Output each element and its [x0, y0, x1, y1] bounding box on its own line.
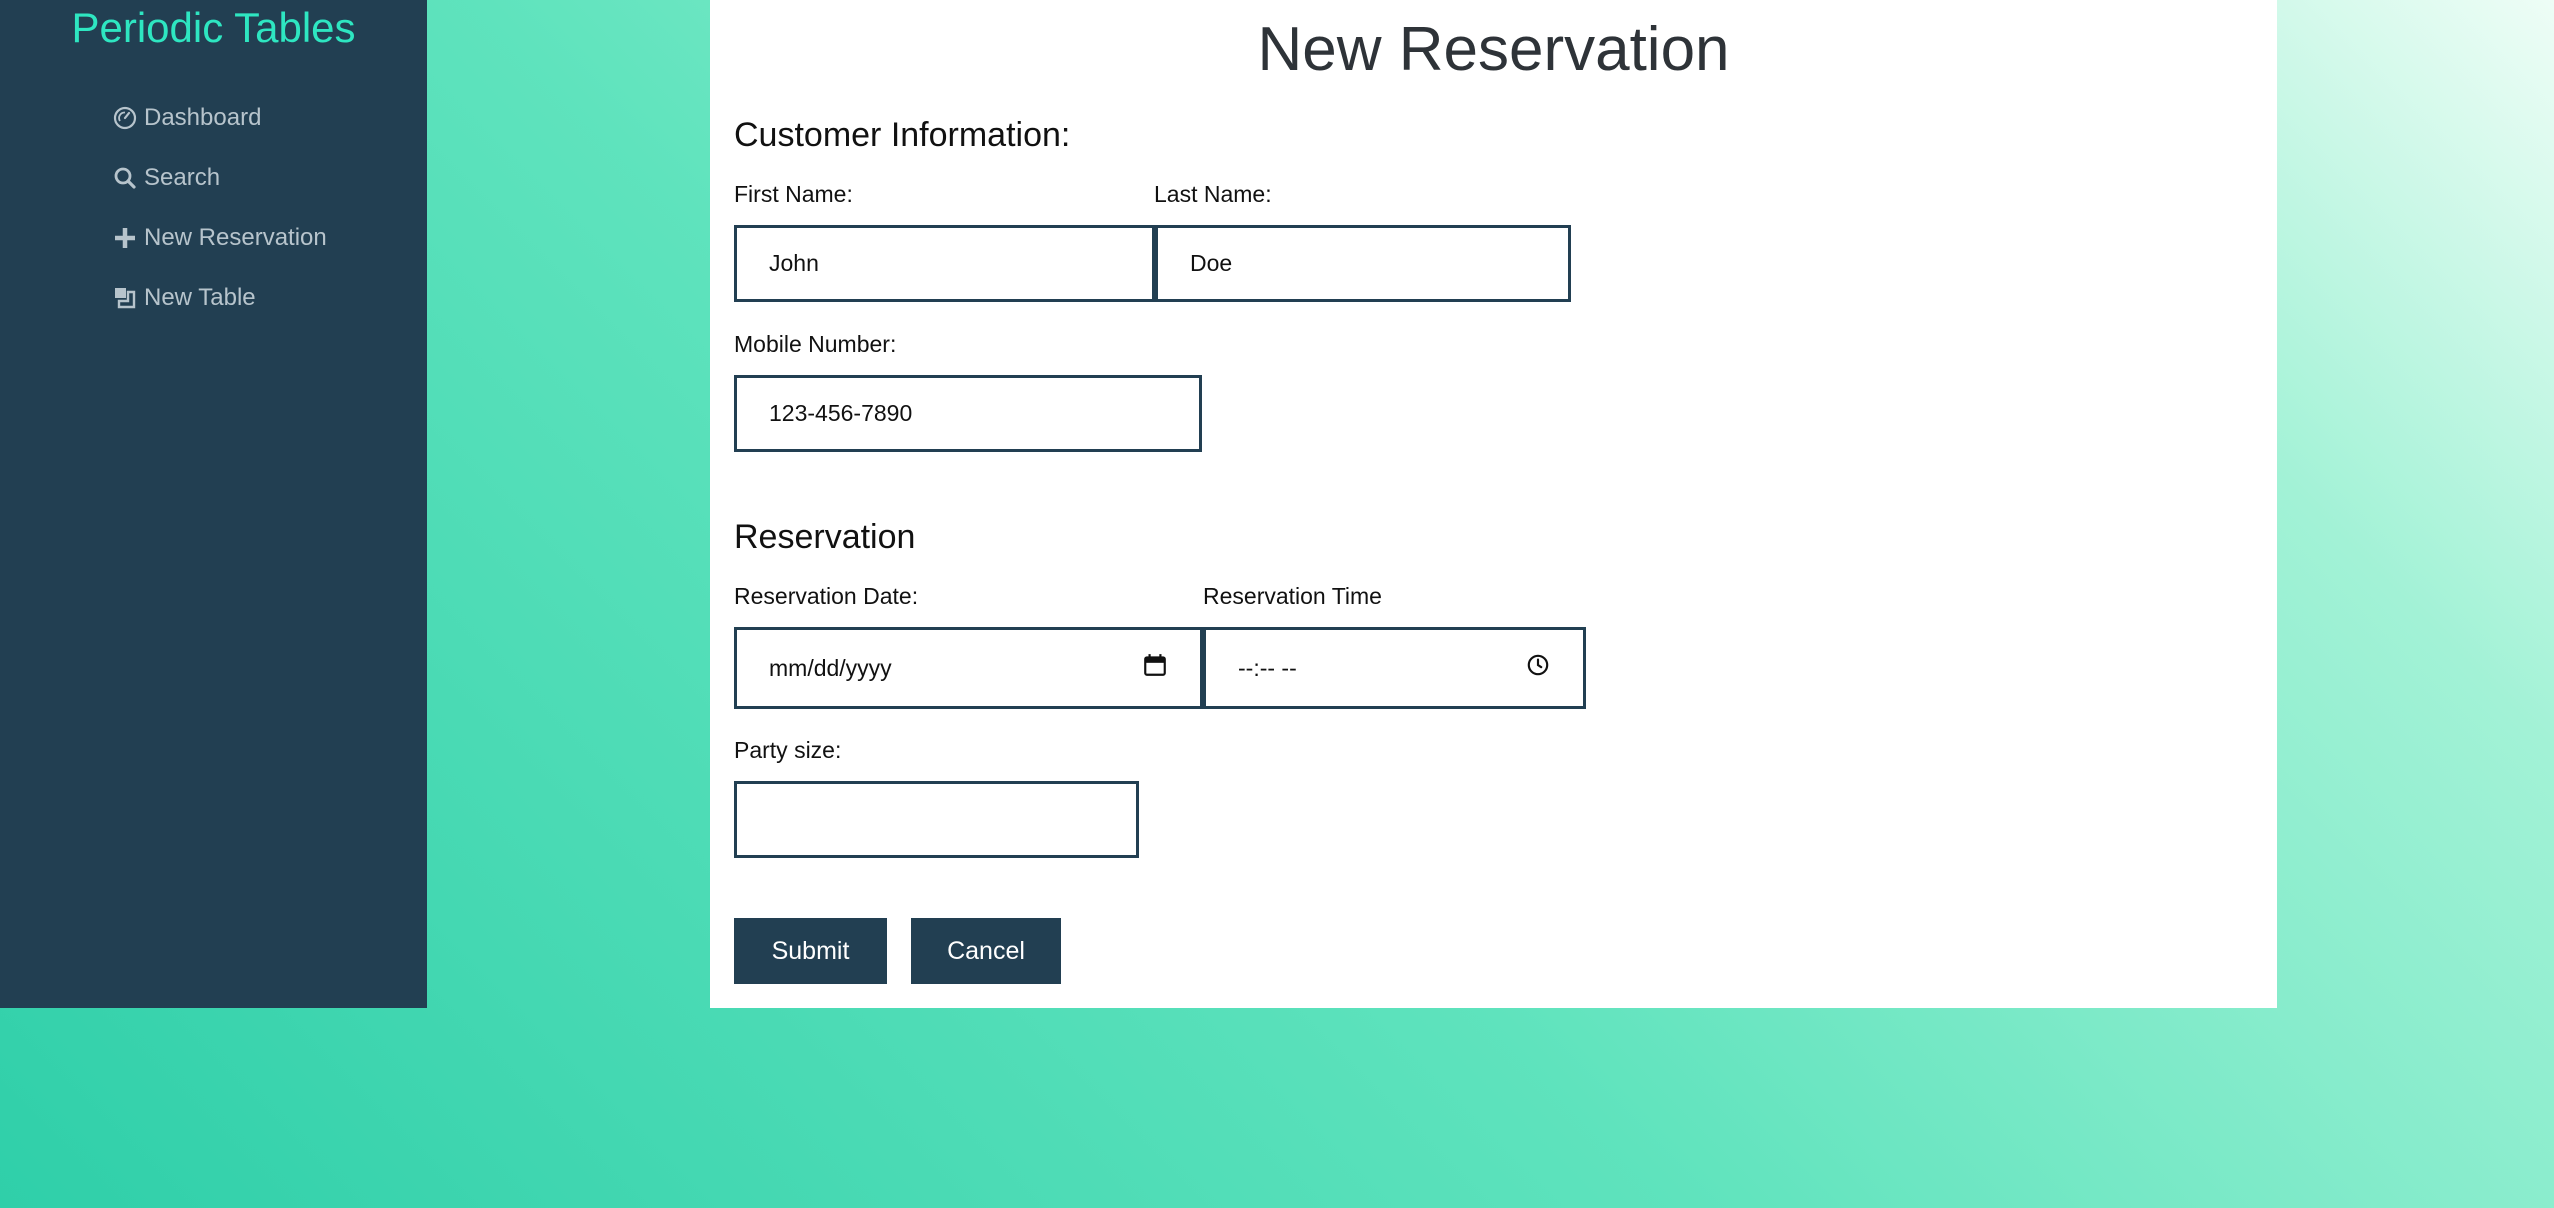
reservation-time-label: Reservation Time — [1203, 583, 1382, 609]
sidebar-item-label: Dashboard — [144, 104, 262, 131]
sidebar-nav: Dashboard Search New Reservation New Tab… — [112, 88, 327, 328]
sidebar-item-search[interactable]: Search — [112, 148, 327, 208]
first-name-input[interactable] — [734, 225, 1155, 302]
party-size-input[interactable] — [734, 781, 1139, 858]
reservation-time-input[interactable]: --:-- -- — [1203, 627, 1586, 709]
sidebar: Periodic Tables Dashboard Search New Res… — [0, 0, 427, 1008]
sidebar-item-label: Search — [144, 164, 221, 191]
last-name-input[interactable] — [1155, 225, 1571, 302]
sidebar-item-new-reservation[interactable]: New Reservation — [112, 208, 327, 268]
calendar-icon[interactable] — [1142, 652, 1168, 684]
reservation-date-label: Reservation Date: — [734, 583, 919, 609]
reservation-date-input[interactable]: mm/dd/yyyy — [734, 627, 1203, 709]
plus-icon — [112, 225, 138, 251]
sidebar-item-dashboard[interactable]: Dashboard — [112, 88, 327, 148]
mobile-number-label: Mobile Number: — [734, 331, 897, 357]
sidebar-item-new-table[interactable]: New Table — [112, 268, 327, 328]
mobile-number-input[interactable] — [734, 375, 1202, 452]
customer-info-heading: Customer Information: — [734, 116, 1071, 154]
reservation-form-panel: New Reservation Customer Information: Fi… — [710, 0, 2277, 1008]
sidebar-item-label: New Reservation — [144, 224, 327, 251]
reservation-heading: Reservation — [734, 518, 916, 556]
last-name-label: Last Name: — [1154, 181, 1272, 207]
dashboard-icon — [112, 105, 138, 131]
sidebar-item-label: New Table — [144, 284, 256, 311]
page-title: New Reservation — [1257, 15, 1730, 84]
table-icon — [112, 285, 138, 311]
party-size-label: Party size: — [734, 737, 842, 763]
cancel-button[interactable]: Cancel — [911, 918, 1061, 984]
time-placeholder: --:-- -- — [1238, 654, 1297, 681]
first-name-label: First Name: — [734, 181, 853, 207]
submit-button[interactable]: Submit — [734, 918, 887, 984]
clock-icon[interactable] — [1525, 652, 1551, 684]
brand-title[interactable]: Periodic Tables — [0, 4, 427, 52]
date-placeholder: mm/dd/yyyy — [769, 654, 892, 681]
search-icon — [112, 165, 138, 191]
